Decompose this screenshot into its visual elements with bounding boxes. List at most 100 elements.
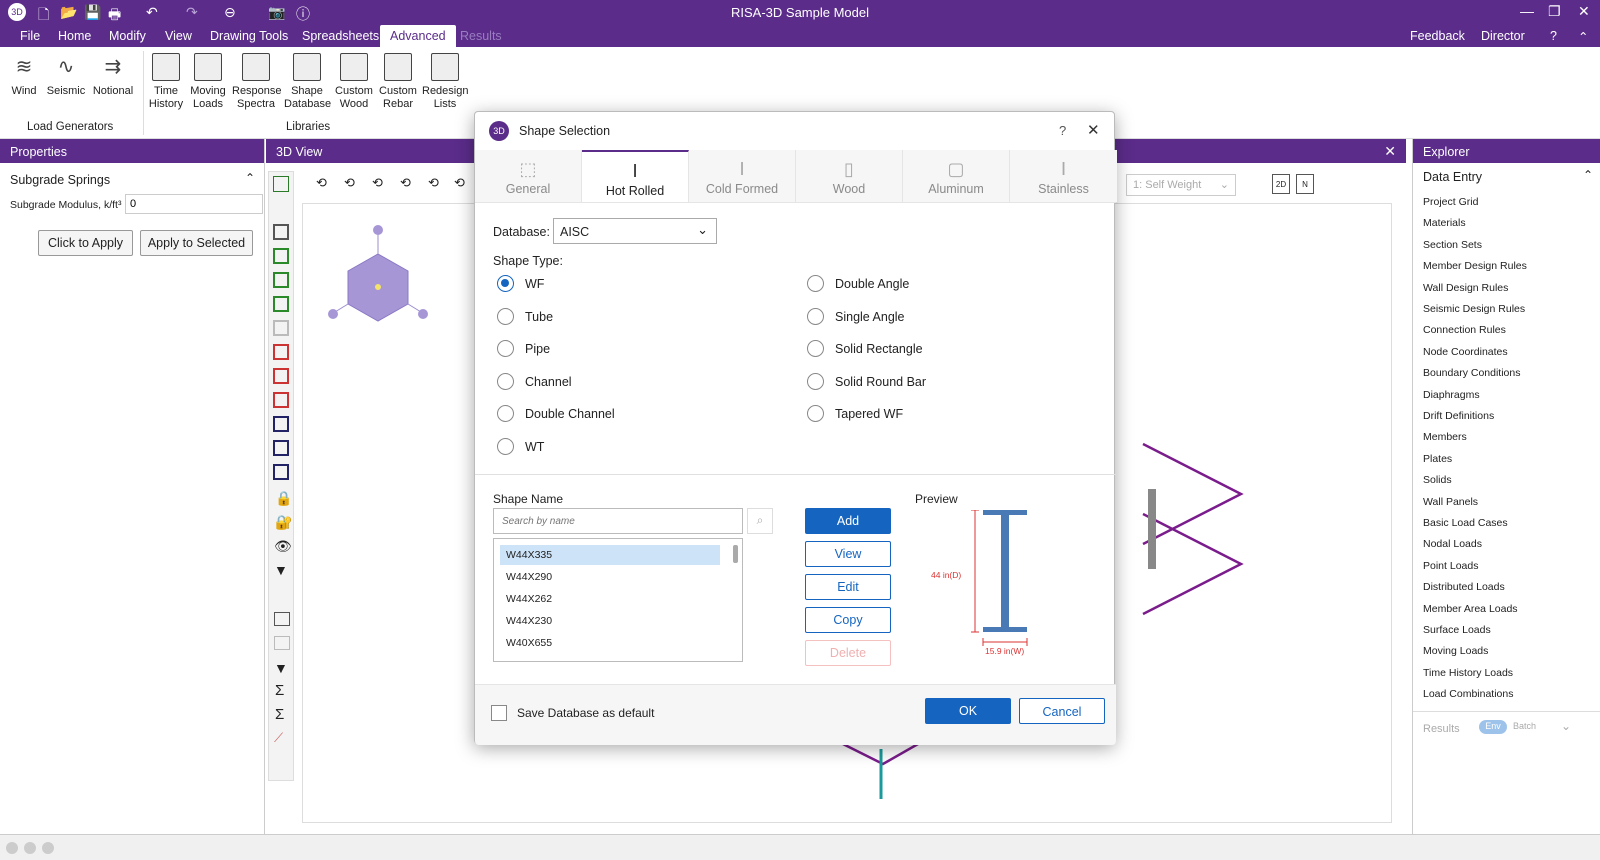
eye-icon[interactable]: 👁 xyxy=(274,538,292,555)
explorer-item[interactable]: Project Grid xyxy=(1423,196,1478,208)
shape-type-radio[interactable] xyxy=(807,275,824,292)
explorer-item[interactable]: Member Design Rules xyxy=(1423,260,1527,272)
shape-type-radio[interactable] xyxy=(497,372,514,390)
expand-results-icon[interactable]: ⌄ xyxy=(1561,719,1571,733)
list-scrollbar[interactable] xyxy=(733,545,738,563)
spreadsheet-icon[interactable] xyxy=(274,612,290,626)
cancel-button[interactable]: Cancel xyxy=(1019,698,1105,724)
filter-results-icon[interactable]: ▼ xyxy=(274,660,288,676)
delete-member-icon[interactable] xyxy=(273,392,289,408)
explorer-item[interactable]: Time History Loads xyxy=(1423,667,1513,679)
database-select[interactable]: AISC ⌄ xyxy=(553,218,717,244)
explorer-item[interactable]: Wall Panels xyxy=(1423,496,1478,508)
rotate-plus-y-icon[interactable]: ⟲ xyxy=(372,175,383,191)
shape-type-radio[interactable] xyxy=(497,340,514,357)
apply-to-selected-button[interactable]: Apply to Selected xyxy=(140,230,253,256)
menu-file[interactable]: File xyxy=(20,29,40,43)
tab-wood[interactable]: ▯ Wood xyxy=(796,150,903,202)
minimize-icon[interactable]: — xyxy=(1520,3,1534,19)
dialog-help-button[interactable]: ? xyxy=(1059,123,1066,138)
shape-list-item[interactable]: W44X335 xyxy=(500,545,720,565)
shape-list-item[interactable]: W44X262 xyxy=(500,589,720,609)
move-icon[interactable] xyxy=(273,416,289,432)
collapse-data-entry-icon[interactable]: ⌃ xyxy=(1583,168,1593,182)
rotate-minus-z-icon[interactable]: ⟲ xyxy=(454,175,465,191)
close-window-icon[interactable]: ✕ xyxy=(1578,3,1590,20)
shape-type-radio[interactable] xyxy=(807,340,824,357)
wind-button[interactable]: ≋ Wind xyxy=(6,53,42,98)
shape-list-item[interactable]: W44X230 xyxy=(500,611,720,631)
select-tool-icon[interactable] xyxy=(273,176,289,192)
explorer-item[interactable]: Seismic Design Rules xyxy=(1423,303,1525,315)
shape-type-radio[interactable] xyxy=(497,437,514,455)
shape-list-item[interactable]: W40X655 xyxy=(500,633,720,653)
custom-wood-button[interactable]: Custom Wood xyxy=(334,53,374,111)
delete-plate-icon[interactable] xyxy=(273,368,289,384)
north-view-icon[interactable]: N xyxy=(1296,174,1314,194)
rotate-plus-z-icon[interactable]: ⟲ xyxy=(428,175,439,191)
explorer-item[interactable]: Member Area Loads xyxy=(1423,603,1518,615)
rotate-minus-x-icon[interactable]: ⟲ xyxy=(344,175,355,191)
shape-type-radio[interactable] xyxy=(497,275,514,292)
shape-type-radio[interactable] xyxy=(807,405,824,422)
table-icon[interactable] xyxy=(273,464,289,480)
graph-icon[interactable]: ⟋ xyxy=(274,730,283,746)
explorer-item[interactable]: Connection Rules xyxy=(1423,324,1506,336)
collapse-chevron-icon[interactable]: ⌃ xyxy=(245,171,255,185)
explorer-item[interactable]: Nodal Loads xyxy=(1423,538,1482,550)
explorer-item[interactable]: Members xyxy=(1423,431,1467,443)
view-spreadsheet-icon[interactable] xyxy=(274,636,290,650)
batch-toggle[interactable]: Batch xyxy=(1513,721,1536,731)
close-view-icon[interactable]: ✕ xyxy=(1384,143,1396,160)
tab-hot-rolled[interactable]: Ⅰ Hot Rolled xyxy=(582,150,689,202)
copy-button[interactable]: Copy xyxy=(805,607,891,633)
view-2d-icon[interactable]: 2D xyxy=(1272,174,1290,194)
tab-cold-formed[interactable]: Ⅰ Cold Formed xyxy=(689,150,796,202)
menu-spreadsheets[interactable]: Spreadsheets xyxy=(302,29,379,43)
plate-icon[interactable] xyxy=(273,248,289,264)
subgrade-modulus-input[interactable] xyxy=(125,194,263,214)
moving-loads-button[interactable]: Moving Loads xyxy=(188,53,228,111)
search-icon[interactable]: ⌕ xyxy=(747,508,773,534)
collapse-ribbon-icon[interactable]: ⌃ xyxy=(1578,29,1588,44)
tab-aluminum[interactable]: ▢ Aluminum xyxy=(903,150,1010,202)
env-toggle[interactable]: Env xyxy=(1479,720,1507,734)
click-to-apply-button[interactable]: Click to Apply xyxy=(38,230,133,256)
explorer-item[interactable]: Drift Definitions xyxy=(1423,410,1494,422)
explorer-item[interactable]: Wall Design Rules xyxy=(1423,282,1508,294)
explorer-item[interactable]: Surface Loads xyxy=(1423,624,1491,636)
lock-icon[interactable]: 🔒 xyxy=(275,490,292,507)
explorer-item[interactable]: Section Sets xyxy=(1423,239,1482,251)
load-case-select[interactable]: 1: Self Weight ⌄ xyxy=(1126,174,1236,196)
explorer-item[interactable]: Diaphragms xyxy=(1423,389,1480,401)
time-history-button[interactable]: Time History xyxy=(148,53,184,111)
lock-view-icon[interactable]: 🔐 xyxy=(275,514,292,531)
dialog-close-icon[interactable]: ✕ xyxy=(1087,121,1100,139)
explorer-item[interactable]: Basic Load Cases xyxy=(1423,517,1508,529)
save-default-checkbox[interactable] xyxy=(491,705,507,721)
delete-frame-icon[interactable] xyxy=(273,344,289,360)
shape-list-item[interactable]: W44X290 xyxy=(500,567,720,587)
help-link[interactable]: ? xyxy=(1550,29,1557,43)
shape-search-input[interactable] xyxy=(493,508,743,534)
menu-advanced[interactable]: Advanced xyxy=(380,25,456,47)
wall-icon[interactable] xyxy=(273,272,289,288)
shape-type-radio[interactable] xyxy=(807,372,824,390)
redesign-lists-button[interactable]: Redesign Lists xyxy=(422,53,468,111)
settings-icon[interactable] xyxy=(273,440,289,456)
sigma-icon[interactable]: Σ xyxy=(275,682,284,699)
rotate-plus-x-icon[interactable]: ⟲ xyxy=(316,175,327,191)
view-cube[interactable] xyxy=(328,225,428,322)
frame-icon[interactable] xyxy=(273,224,289,240)
view-button[interactable]: View xyxy=(805,541,891,567)
menu-drawing-tools[interactable]: Drawing Tools xyxy=(210,29,288,43)
explorer-item[interactable]: Distributed Loads xyxy=(1423,581,1505,593)
seismic-button[interactable]: ∿ Seismic xyxy=(46,53,86,98)
member-icon[interactable] xyxy=(273,296,289,312)
response-spectra-button[interactable]: Response Spectra xyxy=(232,53,282,111)
ok-button[interactable]: OK xyxy=(925,698,1011,724)
menu-home[interactable]: Home xyxy=(58,29,91,43)
shape-database-button[interactable]: Shape Database xyxy=(284,53,331,111)
sigma-results-icon[interactable]: Σ xyxy=(275,706,284,723)
explorer-item[interactable]: Node Coordinates xyxy=(1423,346,1508,358)
